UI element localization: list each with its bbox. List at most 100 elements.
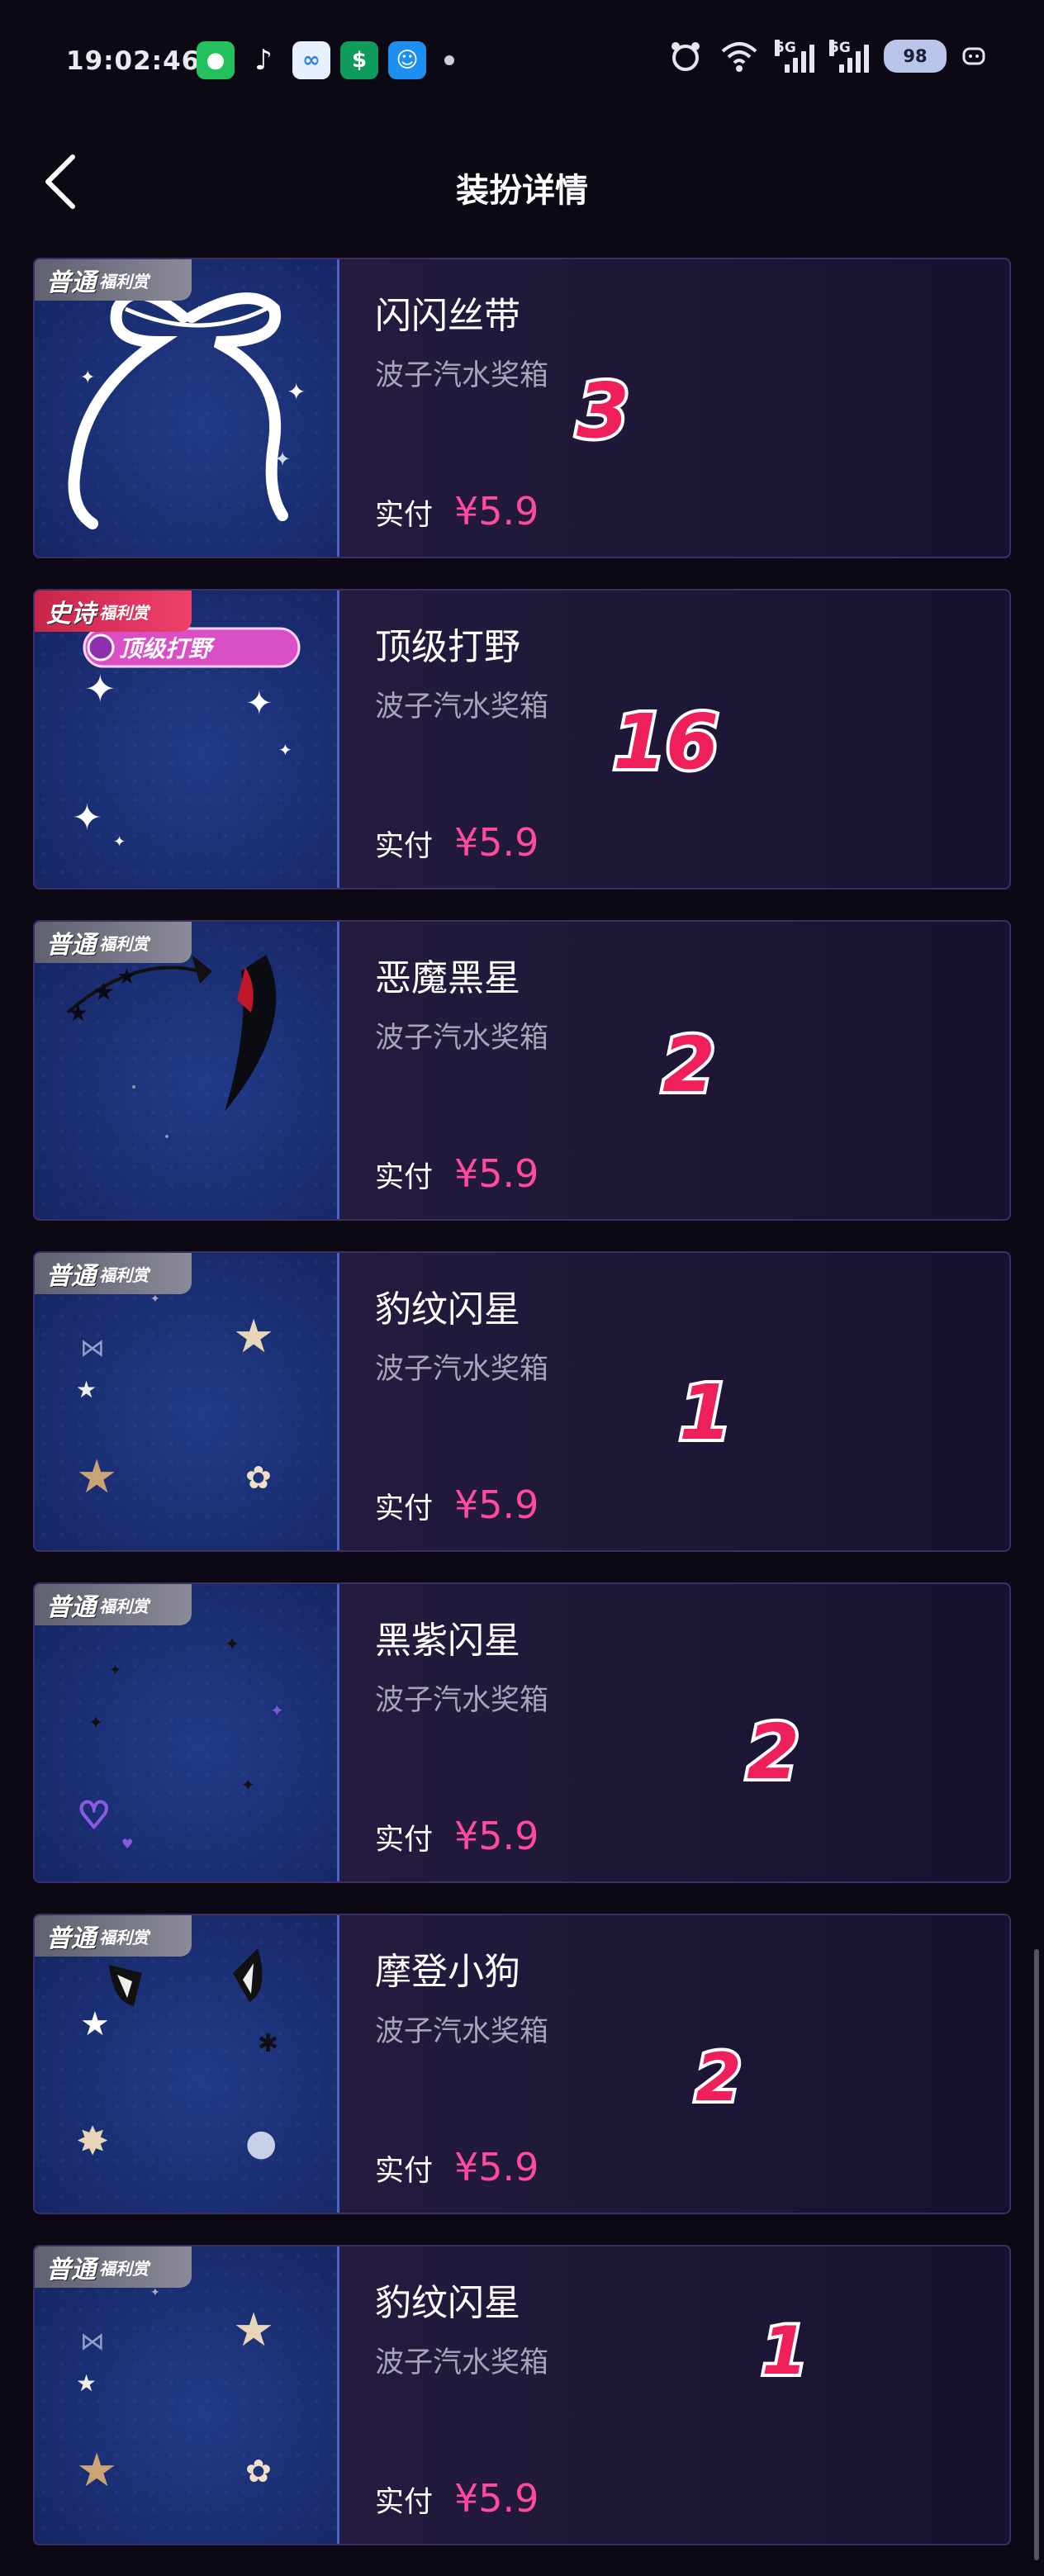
tier-main: 普通	[46, 1924, 96, 1953]
item-list: ✦ ✦ ✦ ✦ 普通 福利赏 闪闪丝带 波子汽水奖箱 实付 ¥5.9 3 顶级打…	[33, 258, 1011, 2576]
item-payment: 实付 ¥5.9	[375, 1151, 539, 1196]
svg-text:✦: ✦	[113, 833, 126, 851]
svg-text:✦: ✦	[84, 667, 116, 711]
item-payment: 实付 ¥5.9	[375, 820, 539, 865]
app-status-icon	[962, 47, 985, 65]
sparkle-illustration: 顶级打野 ✦ ✦ ✦ ✦ ✦	[72, 627, 301, 851]
item-name: 黑紫闪星	[375, 1620, 520, 1662]
item-count-annotation: 16	[610, 695, 722, 790]
notification-icons: ● ♪ ∞ $ ☺	[197, 41, 454, 79]
signal-icon-2: 5G	[829, 40, 869, 73]
list-item[interactable]: ✦ ✦ ✦ ✦ 普通 福利赏 闪闪丝带 波子汽水奖箱 实付 ¥5.9 3	[33, 258, 1011, 558]
item-count-annotation: 1	[676, 1365, 735, 1460]
list-item[interactable]: ⋈ ★ ★ ★ ✿ ✦ 普通 福利赏 豹纹闪星 波子汽水奖箱 实付 ¥5.9 1	[33, 1251, 1011, 1552]
modern-puppy-illustration: ★ ✱ ✸ ●	[76, 1948, 278, 2165]
tier-sub: 福利赏	[99, 933, 149, 954]
item-count-annotation: 2	[743, 1705, 803, 1800]
item-name: 闪闪丝带	[375, 295, 520, 337]
item-thumbnail: ⋈ ★ ★ ★ ✿ ✦	[35, 2246, 339, 2544]
item-thumbnail: ⋈ ★ ★ ★ ✿ ✦	[35, 1253, 339, 1550]
svg-text:✦: ✦	[80, 368, 95, 388]
tier-main: 普通	[46, 268, 96, 297]
svg-text:✦: ✦	[150, 1293, 160, 1306]
network-type-label: 5G	[775, 40, 796, 56]
tier-sub: 福利赏	[99, 271, 149, 292]
item-name: 摩登小狗	[375, 1951, 520, 1993]
tier-badge: 普通 福利赏	[35, 259, 192, 301]
battery-icon: 98	[884, 40, 947, 73]
svg-text:✿: ✿	[245, 2453, 272, 2489]
list-item[interactable]: ⋈ ★ ★ ★ ✿ ✦ 普通 福利赏 豹纹闪星 波子汽水奖箱 实付 ¥5.9 1	[33, 2245, 1011, 2545]
scrollbar[interactable]	[1034, 1949, 1039, 2560]
svg-text:✱: ✱	[258, 2029, 278, 2058]
item-name: 豹纹闪星	[375, 1288, 520, 1331]
tier-sub: 福利赏	[99, 1927, 149, 1947]
status-indicators: 5G 5G 98	[667, 38, 986, 74]
svg-text:★: ★	[68, 999, 88, 1027]
item-price: ¥5.9	[454, 1151, 539, 1196]
item-count-annotation: 1	[758, 2309, 811, 2393]
ribbon-illustration: ✦ ✦ ✦ ✦	[68, 288, 306, 529]
leopard-star-illustration: ⋈ ★ ★ ★ ✿ ✦	[76, 2286, 274, 2498]
item-thumbnail: ★ ✱ ✸ ●	[35, 1915, 339, 2213]
item-count-annotation: 2	[659, 1018, 719, 1112]
item-thumbnail: ★ ★ ★	[35, 922, 339, 1219]
svg-text:★: ★	[233, 1310, 274, 1364]
paid-label: 实付	[375, 1824, 434, 1857]
item-source: 波子汽水奖箱	[375, 1022, 549, 1055]
tier-sub: 福利赏	[99, 1596, 149, 1616]
paid-label: 实付	[375, 2486, 434, 2519]
svg-text:★: ★	[76, 1376, 97, 1403]
status-time: 19:02:46	[66, 46, 201, 76]
tier-main: 普通	[46, 1262, 96, 1291]
paid-label: 实付	[375, 499, 434, 532]
black-purple-star-illustration: ✦ ✦ ✦ ✦ ✦ ♡ ♥	[77, 1634, 284, 1852]
item-name: 顶级打野	[375, 626, 520, 668]
item-payment: 实付 ¥5.9	[375, 489, 539, 534]
item-count-annotation: 3	[573, 363, 633, 458]
signal-icon: 5G	[775, 40, 814, 73]
tier-badge: 普通 福利赏	[35, 1584, 192, 1625]
item-source: 波子汽水奖箱	[375, 359, 549, 392]
tier-badge: 普通 福利赏	[35, 1915, 192, 1957]
tier-sub: 福利赏	[99, 2258, 149, 2279]
paid-label: 实付	[375, 830, 434, 863]
svg-text:✿: ✿	[245, 1459, 272, 1496]
item-payment: 实付 ¥5.9	[375, 1483, 539, 1527]
item-thumbnail: 顶级打野 ✦ ✦ ✦ ✦ ✦	[35, 591, 339, 888]
list-item[interactable]: ★ ★ ★ 普通 福利赏 恶魔黑星 波子汽水奖箱 实付 ¥5.9 2	[33, 920, 1011, 1221]
paid-label: 实付	[375, 1492, 434, 1525]
qq-icon: ☺	[388, 41, 426, 79]
wifi-icon	[721, 42, 757, 72]
item-price: ¥5.9	[454, 820, 539, 865]
tier-main: 普通	[46, 1593, 96, 1622]
tier-sub: 福利赏	[99, 1264, 149, 1285]
svg-text:✦: ✦	[150, 2286, 160, 2299]
svg-text:✦: ✦	[270, 1701, 284, 1720]
paid-label: 实付	[375, 2155, 434, 2188]
item-source: 波子汽水奖箱	[375, 2015, 549, 2048]
item-payment: 实付 ¥5.9	[375, 2476, 539, 2521]
wechat-icon: ●	[197, 41, 235, 79]
svg-text:⋈: ⋈	[80, 1334, 105, 1363]
tier-main: 普通	[46, 2256, 96, 2284]
list-item[interactable]: 顶级打野 ✦ ✦ ✦ ✦ ✦ 史诗 福利赏 顶级打野 波子汽水奖箱 实付 ¥5.…	[33, 589, 1011, 890]
svg-text:✦: ✦	[88, 1713, 103, 1734]
leopard-star-illustration: ⋈ ★ ★ ★ ✿ ✦	[76, 1293, 274, 1504]
item-payment: 实付 ¥5.9	[375, 2145, 539, 2189]
svg-text:✦: ✦	[287, 378, 306, 406]
svg-text:✦: ✦	[225, 1634, 240, 1655]
svg-text:★: ★	[233, 2303, 274, 2357]
item-count-annotation: 2	[692, 2036, 745, 2119]
svg-text:★: ★	[80, 2005, 110, 2043]
svg-text:✦: ✦	[278, 740, 292, 760]
list-item[interactable]: ✦ ✦ ✦ ✦ ✦ ♡ ♥ 普通 福利赏 黑紫闪星 波子汽水奖箱 实付 ¥5.9…	[33, 1582, 1011, 1883]
demon-star-illustration: ★ ★ ★	[66, 955, 277, 1138]
item-price: ¥5.9	[454, 2476, 539, 2521]
tier-main: 史诗	[46, 600, 96, 629]
item-source: 波子汽水奖箱	[375, 2346, 549, 2379]
bank-icon: $	[340, 41, 378, 79]
item-source: 波子汽水奖箱	[375, 1684, 549, 1717]
item-price: ¥5.9	[454, 489, 539, 534]
list-item[interactable]: ★ ✱ ✸ ● 普通 福利赏 摩登小狗 波子汽水奖箱 实付 ¥5.9 2	[33, 1914, 1011, 2214]
